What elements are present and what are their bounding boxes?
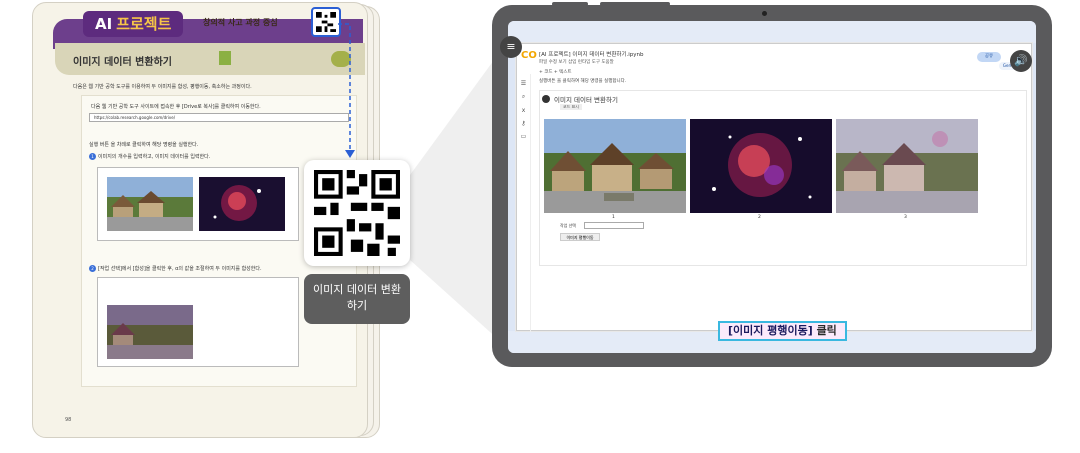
colab-logo: CO bbox=[521, 50, 537, 61]
hint-target: [이미지 평행이동] bbox=[728, 324, 813, 337]
caption-2: 2 bbox=[758, 215, 761, 220]
output-image-2 bbox=[690, 119, 832, 213]
galaxy-image bbox=[690, 119, 832, 213]
qr-code-large[interactable] bbox=[304, 160, 410, 266]
caption-1: 1 bbox=[612, 215, 615, 220]
caption-3: 3 bbox=[904, 215, 907, 220]
toc-icon[interactable]: ☰ bbox=[517, 80, 530, 87]
share-button[interactable]: 공유 bbox=[977, 52, 1001, 62]
hint-action: 클릭 bbox=[812, 324, 837, 337]
qr-label: 이미지 데이터 변환 하기 bbox=[304, 274, 410, 324]
village-image bbox=[544, 119, 686, 213]
qr-icon bbox=[314, 170, 400, 256]
search-icon[interactable]: ⌕ bbox=[517, 93, 530, 101]
tablet-device: CO [AI 프로젝트] 이미지 데이터 변환하기.ipynb 파일 수정 보기… bbox=[492, 2, 1052, 367]
add-cell-toolbar[interactable]: + 코드 + 텍스트 bbox=[539, 69, 572, 75]
tablet-button bbox=[552, 2, 588, 6]
tablet-screen: CO [AI 프로젝트] 이미지 데이터 변환하기.ipynb 파일 수정 보기… bbox=[508, 21, 1036, 353]
output-image-1 bbox=[544, 119, 686, 213]
output-image-3 bbox=[836, 119, 978, 213]
task-select[interactable] bbox=[584, 222, 644, 229]
menu-round-icon[interactable]: ≡ bbox=[500, 36, 522, 58]
show-code-button[interactable]: 코드 표시 bbox=[560, 104, 582, 110]
variables-icon[interactable]: x bbox=[517, 107, 530, 114]
screen-top-band bbox=[508, 21, 1036, 43]
notebook-title[interactable]: [AI 프로젝트] 이미지 데이터 변환하기.ipynb bbox=[539, 50, 644, 58]
colab-sidebar: ☰ ⌕ x ⚷ ▭ bbox=[517, 74, 531, 332]
speaker-icon[interactable]: 🔊 bbox=[1010, 50, 1032, 72]
click-hint: [이미지 평행이동] 클릭 bbox=[718, 321, 847, 341]
blended-image bbox=[836, 119, 978, 213]
camera-dot bbox=[762, 11, 767, 16]
translate-image-button[interactable]: 이미지 평행이동 bbox=[560, 233, 600, 241]
folder-icon[interactable]: ▭ bbox=[517, 133, 530, 140]
cell-heading: 이미지 데이터 변환하기 bbox=[554, 96, 618, 104]
qr-label-line1: 이미지 데이터 변환 bbox=[313, 283, 401, 296]
run-cell-button[interactable] bbox=[542, 95, 550, 103]
code-cell: 이미지 데이터 변환하기 코드 표시 1 2 3 작업 선택 이미지 평행이동 bbox=[539, 90, 1027, 266]
colab-window: CO [AI 프로젝트] 이미지 데이터 변환하기.ipynb 파일 수정 보기… bbox=[516, 43, 1032, 332]
secrets-icon[interactable]: ⚷ bbox=[517, 120, 530, 127]
task-select-label: 작업 선택 bbox=[560, 223, 576, 228]
menu-bar[interactable]: 파일 수정 보기 삽입 런타임 도구 도움말 bbox=[539, 59, 614, 65]
tablet-button bbox=[600, 2, 670, 6]
cell-hint: 실행버튼 을 클릭하여 해당 명령을 실행합니다. bbox=[539, 79, 627, 84]
qr-label-line2: 하기 bbox=[346, 299, 368, 312]
